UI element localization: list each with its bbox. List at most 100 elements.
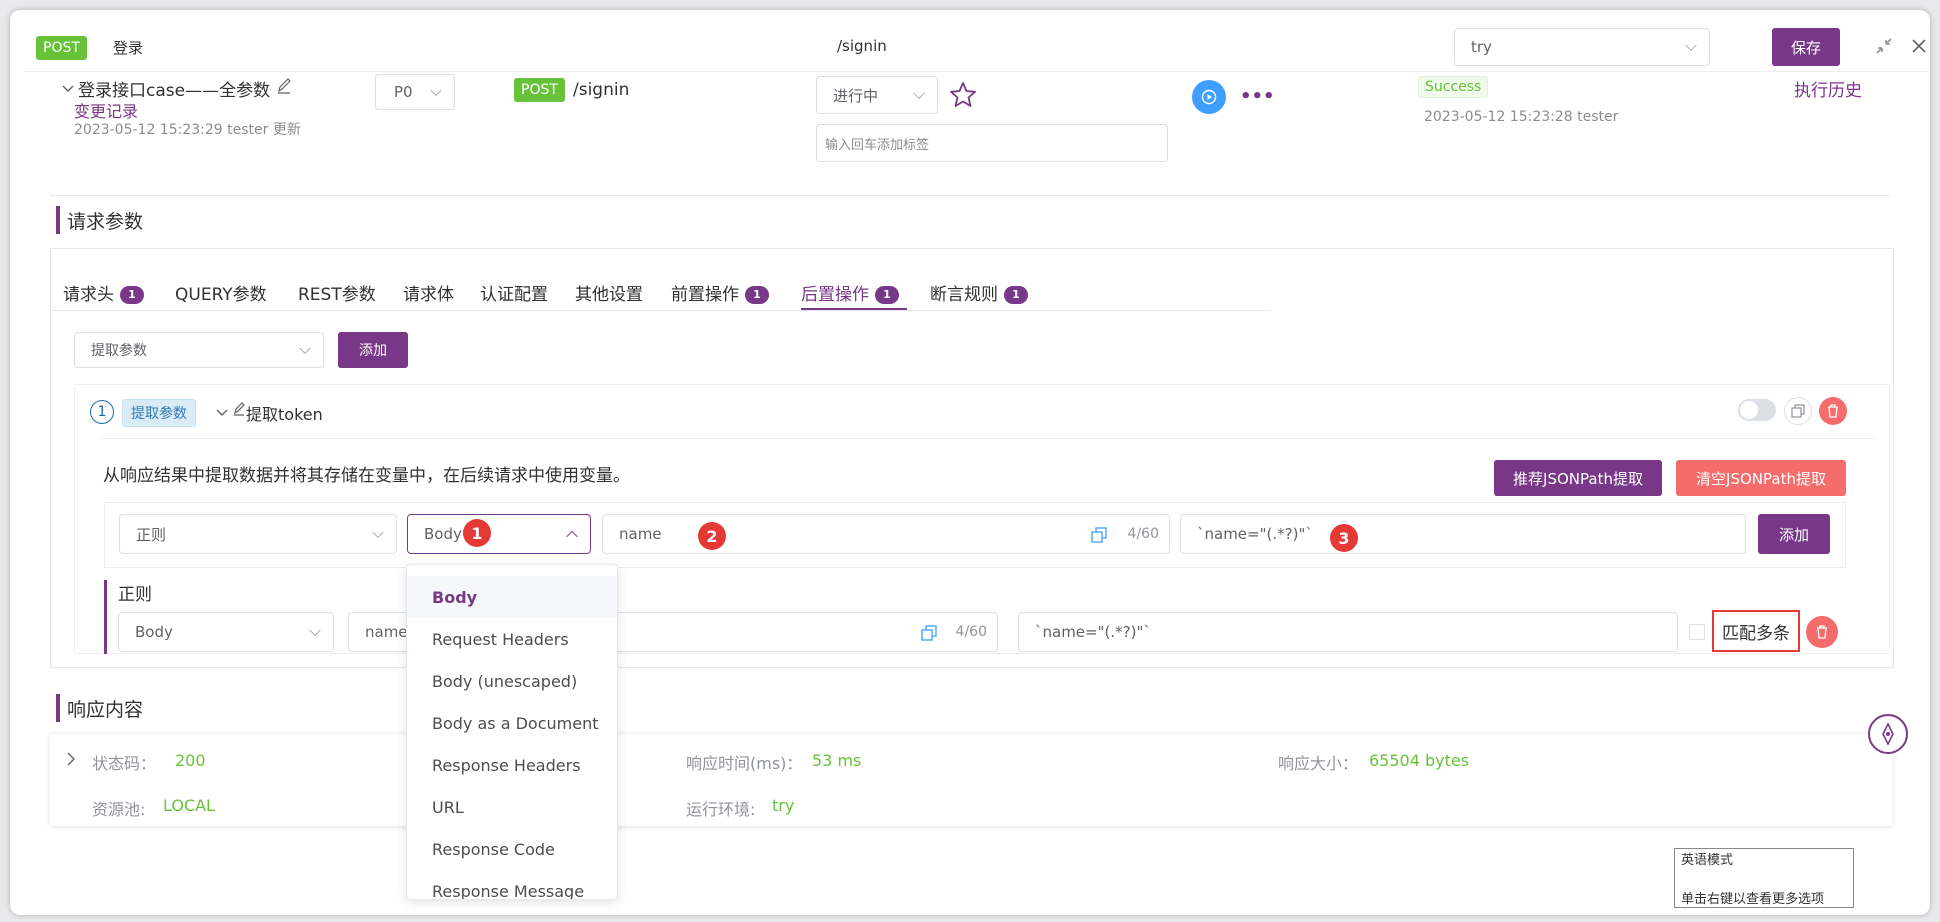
status-select[interactable]: 进行中 xyxy=(816,76,938,114)
dropdown-option-url[interactable]: URL xyxy=(407,786,617,828)
ime-hint: 单击右键以查看更多选项 xyxy=(1681,892,1825,907)
more-icon[interactable]: ••• xyxy=(1240,86,1275,107)
row2-delete-button[interactable] xyxy=(1806,616,1838,648)
method-badge: POST xyxy=(36,36,87,60)
tab-label: QUERY参数 xyxy=(175,285,267,305)
row2-expression-input[interactable]: `name="(.*?)"` xyxy=(1018,612,1678,652)
match-multi-checkbox[interactable] xyxy=(1689,624,1705,640)
copy-icon[interactable] xyxy=(921,625,937,641)
chevron-down-icon[interactable] xyxy=(62,80,74,92)
result-time: 2023-05-12 15:23:28 tester xyxy=(1424,109,1619,125)
tab-label: 请求头 xyxy=(63,285,114,305)
edit-icon[interactable] xyxy=(232,400,246,416)
dropdown-option-request-headers[interactable]: Request Headers xyxy=(407,618,617,660)
tab-label: 其他设置 xyxy=(575,285,643,305)
tab-label: 断言规则 xyxy=(930,285,998,305)
marker-2: 2 xyxy=(698,522,726,550)
compass-icon[interactable] xyxy=(1868,714,1908,754)
extract-method-select[interactable]: 正则 xyxy=(119,514,397,554)
trash-icon xyxy=(1817,625,1827,639)
tab-count-badge: 1 xyxy=(875,286,899,304)
priority-select[interactable]: P0 xyxy=(375,74,455,110)
marker-1: 1 xyxy=(463,519,491,547)
chevron-right-icon[interactable] xyxy=(66,752,76,766)
variable-name-input[interactable]: name 4/60 xyxy=(602,514,1170,554)
run-env-label: 运行环境: xyxy=(686,800,756,819)
dropdown-option-body-unescaped[interactable]: Body (unescaped) xyxy=(407,660,617,702)
post-op-type-select[interactable]: 提取参数 xyxy=(74,332,324,368)
tab-pre-ops[interactable]: 前置操作 1 xyxy=(671,280,769,305)
save-button[interactable]: 保存 xyxy=(1772,28,1840,66)
delete-button[interactable] xyxy=(1819,397,1847,425)
tab-auth[interactable]: 认证配置 xyxy=(480,280,548,305)
chevron-down-icon[interactable] xyxy=(216,404,228,416)
chevron-down-icon xyxy=(372,526,384,539)
dropdown-option-response-headers[interactable]: Response Headers xyxy=(407,744,617,786)
variable-name-value: name xyxy=(619,525,662,543)
post-op-type-value: 提取参数 xyxy=(91,343,147,359)
enable-toggle[interactable] xyxy=(1738,399,1776,421)
run-env-value: try xyxy=(772,796,795,815)
request-section-title: 请求参数 xyxy=(67,211,144,233)
tag-input[interactable]: 输入回车添加标签 xyxy=(816,124,1168,162)
tab-other-settings[interactable]: 其他设置 xyxy=(575,280,643,305)
history-link[interactable]: 执行历史 xyxy=(1794,76,1862,101)
tab-body[interactable]: 请求体 xyxy=(403,280,454,305)
dropdown-option-body-document[interactable]: Body as a Document xyxy=(407,702,617,744)
row2-expression-value: `name="(.*?)"` xyxy=(1035,623,1151,641)
extract-source-value: Body xyxy=(424,525,462,543)
star-icon[interactable] xyxy=(948,80,978,110)
dropdown-option-response-code[interactable]: Response Code xyxy=(407,828,617,870)
api-name: 登录 xyxy=(113,39,144,57)
extract-index: 1 xyxy=(90,400,114,424)
extract-method-value: 正则 xyxy=(136,525,167,544)
tabs-divider xyxy=(50,310,1270,311)
add-post-op-button[interactable]: 添加 xyxy=(338,332,408,368)
status-value: 进行中 xyxy=(833,86,879,105)
tab-post-ops[interactable]: 后置操作 1 xyxy=(801,280,899,305)
row2-source-select[interactable]: Body xyxy=(118,612,334,652)
dropdown-option-body[interactable]: Body xyxy=(407,576,617,618)
response-size-label: 响应大小： xyxy=(1278,754,1359,773)
copy-icon[interactable] xyxy=(1091,527,1107,543)
tab-assertions[interactable]: 断言规则 1 xyxy=(930,280,1028,305)
recommend-jsonpath-button[interactable]: 推荐JSONPath提取 xyxy=(1494,460,1662,496)
regex-group-title: 正则 xyxy=(118,585,152,605)
char-counter: 4/60 xyxy=(1127,526,1159,542)
close-icon[interactable] xyxy=(1909,36,1929,56)
env-select-value: try xyxy=(1471,38,1492,56)
tab-label: 后置操作 xyxy=(801,285,869,305)
response-time-label: 响应时间(ms)： xyxy=(686,754,803,773)
collapse-icon[interactable] xyxy=(1874,36,1894,56)
tab-headers[interactable]: 请求头 1 xyxy=(63,280,144,305)
updated-time: 2023-05-12 15:23:29 tester 更新 xyxy=(74,122,301,138)
dropdown-option-response-message[interactable]: Response Message xyxy=(407,870,617,900)
divider xyxy=(50,195,1890,196)
extract-type-tag: 提取参数 xyxy=(122,399,196,427)
expression-input[interactable]: `name="(.*?)"` xyxy=(1180,514,1746,554)
resource-pool-value: LOCAL xyxy=(163,796,215,815)
edit-icon[interactable] xyxy=(276,76,292,94)
tab-rest[interactable]: REST参数 xyxy=(298,280,376,305)
tab-label: 前置操作 xyxy=(671,285,739,305)
match-multi-label[interactable]: 匹配多条 xyxy=(1712,610,1800,652)
source-dropdown: Body Request Headers Body (unescaped) Bo… xyxy=(406,564,618,900)
tab-query[interactable]: QUERY参数 xyxy=(175,280,267,305)
ime-tooltip: 英语模式 单击右键以查看更多选项 xyxy=(1674,848,1854,908)
section-bar xyxy=(56,694,60,722)
extract-source-select[interactable]: Body xyxy=(407,514,591,554)
env-select[interactable]: try xyxy=(1454,28,1710,66)
clear-jsonpath-button[interactable]: 清空JSONPath提取 xyxy=(1676,460,1846,496)
add-extract-button[interactable]: 添加 xyxy=(1758,514,1830,554)
tab-label: 请求体 xyxy=(403,285,454,305)
top-bar: POST 登录 /signin try 保存 xyxy=(24,14,1928,72)
chevron-up-icon xyxy=(566,530,578,543)
row2-variable-value: name xyxy=(365,623,408,641)
extract-name: 提取token xyxy=(246,405,323,424)
run-button[interactable] xyxy=(1192,80,1226,114)
copy-button[interactable] xyxy=(1784,397,1812,425)
trash-icon xyxy=(1828,404,1838,418)
section-bar xyxy=(56,206,60,234)
char-counter: 4/60 xyxy=(955,624,987,640)
chevron-down-icon xyxy=(430,84,442,97)
